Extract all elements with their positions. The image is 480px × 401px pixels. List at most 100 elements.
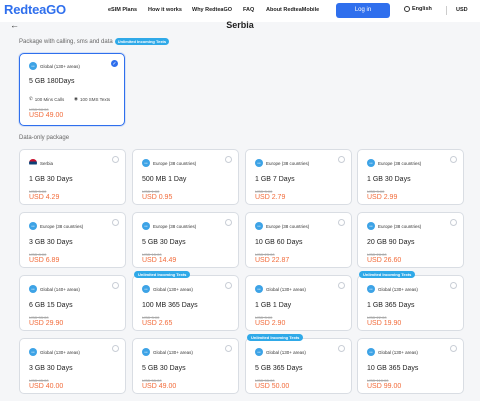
plan-label: 1 GB 30 Days [29, 176, 73, 183]
region-icon: ••• [142, 222, 150, 230]
card-region: ••• Europe (38 countries) [255, 222, 309, 230]
region-icon: ••• [255, 348, 263, 356]
price: USD 26.60 [367, 257, 402, 264]
price: USD 22.87 [255, 257, 290, 264]
data-package-card[interactable]: ••• Global (130+ areas) 100 MB 365 Days USD… [132, 275, 239, 331]
price: USD 50.00 [255, 383, 290, 390]
data-package-card[interactable]: ••• Global (130+ areas) 10 GB 365 Days USD … [357, 338, 464, 394]
region-label: Europe (38 countries) [153, 160, 197, 166]
price: USD 49.00 [29, 112, 64, 119]
price: USD 6.89 [29, 257, 60, 264]
region-label: Global (130+ areas) [378, 286, 418, 292]
data-package-card[interactable]: ••• Global (130+ areas) 3 GB 30 Days USD 45… [19, 338, 126, 394]
page-title: Serbia [226, 20, 254, 30]
select-radio[interactable] [112, 156, 119, 163]
data-package-card[interactable]: Serbia 1 GB 30 Days USD 5.00 USD 4.29 [19, 149, 126, 205]
nav-esim-plans[interactable]: eSIM Plans [108, 7, 137, 13]
price: USD 2.99 [367, 194, 398, 201]
data-only-section-label: Data-only package [19, 135, 70, 141]
plan-label: 1 GB 7 Days [255, 176, 295, 183]
price: USD 2.65 [142, 320, 173, 327]
data-package-card[interactable]: ••• Europe (38 countries) 5 GB 30 Days USD … [132, 212, 239, 268]
plan-label: 20 GB 90 Days [367, 239, 415, 246]
price: USD 99.00 [367, 383, 402, 390]
data-package-card[interactable]: ••• Global (130+ areas) 5 GB 30 Days USD 55… [132, 338, 239, 394]
region-label: Global (140+ areas) [40, 286, 80, 292]
plan-label: 3 GB 30 Days [29, 239, 73, 246]
select-radio[interactable] [338, 282, 345, 289]
plan-label: 1 GB 365 Days [367, 302, 415, 309]
calls-feature: ✆ 100 Mins Calls [29, 96, 64, 102]
data-package-card[interactable]: ••• Global (140+ areas) 6 GB 15 Days USD 33… [19, 275, 126, 331]
nav-why-redteago[interactable]: Why RedteaGO [192, 7, 232, 13]
plan-label: 5 GB 30 Days [142, 365, 186, 372]
region-label: Global (130+ areas) [378, 349, 418, 355]
select-radio[interactable] [112, 345, 119, 352]
region-label: Serbia [40, 160, 54, 166]
sms-label: 100 SMS Texts [79, 96, 111, 102]
data-package-card[interactable]: ••• Global (130+ areas) 1 GB 1 Day USD 3.00… [245, 275, 352, 331]
card-region: ••• Europe (38 countries) [255, 159, 309, 167]
plan-label: 3 GB 30 Days [29, 365, 73, 372]
select-radio[interactable] [338, 345, 345, 352]
select-radio[interactable] [338, 219, 345, 226]
select-radio[interactable] [225, 156, 232, 163]
nav-how-it-works[interactable]: How it works [148, 7, 182, 13]
data-package-card[interactable]: ••• Europe (38 countries) 3 GB 30 Days USD … [19, 212, 126, 268]
region-label: Global (130+ areas) [40, 349, 80, 355]
select-radio[interactable] [450, 282, 457, 289]
unlimited-texts-badge: Unlimited Incoming Texts [359, 271, 416, 278]
data-package-card[interactable]: ••• Europe (38 countries) 500 MB 1 Day USD … [132, 149, 239, 205]
select-radio[interactable] [225, 219, 232, 226]
card-region: ••• Europe (38 countries) [367, 222, 421, 230]
select-radio[interactable] [338, 156, 345, 163]
select-radio[interactable] [450, 345, 457, 352]
data-package-card[interactable]: ••• Global (130+ areas) 1 GB 365 Days USD 2… [357, 275, 464, 331]
currency-selector[interactable]: USD [456, 7, 468, 13]
data-package-card[interactable]: ••• Europe (38 countries) 20 GB 90 Days USD… [357, 212, 464, 268]
select-radio[interactable] [112, 219, 119, 226]
price: USD 4.29 [29, 194, 60, 201]
card-region: ••• Global (130+ areas) [255, 285, 306, 293]
sms-feature: ◉ 100 SMS Texts [74, 96, 110, 102]
card-region: ••• Global (140+ areas) [29, 285, 80, 293]
region-icon: ••• [367, 159, 375, 167]
data-package-card[interactable]: ••• Global (130+ areas) 5 GB 365 Days USD 5… [245, 338, 352, 394]
card-region: ••• Global (130+ areas) [142, 348, 193, 356]
region-label: Global (130+ areas) [40, 63, 80, 69]
select-radio[interactable] [450, 156, 457, 163]
price: USD 19.90 [367, 320, 402, 327]
selected-check-icon[interactable]: ✓ [111, 60, 118, 67]
select-radio[interactable] [225, 345, 232, 352]
card-region: ••• Europe (38 countries) [142, 222, 196, 230]
select-radio[interactable] [112, 282, 119, 289]
data-package-card[interactable]: ••• Europe (38 countries) 1 GB 7 Days USD 3… [245, 149, 352, 205]
card-region: ••• Europe (38 countries) [142, 159, 196, 167]
region-label: Europe (38 countries) [378, 223, 422, 229]
card-region: ••• Global (130+ areas) [367, 348, 418, 356]
card-region: ••• Global (130+ areas) [255, 348, 306, 356]
card-region: ••• Global (130+ areas) [367, 285, 418, 293]
calls-label: 100 Mins Calls [34, 96, 65, 102]
data-package-card[interactable]: ••• Europe (38 countries) 1 GB 30 Days USD … [357, 149, 464, 205]
globe-icon [404, 6, 410, 12]
region-label: Global (130+ areas) [266, 349, 306, 355]
serbia-flag-icon [29, 159, 37, 167]
region-icon: ••• [255, 159, 263, 167]
plan-label: 10 GB 60 Days [255, 239, 303, 246]
nav-about[interactable]: About RedteaMobile [266, 7, 319, 13]
select-radio[interactable] [225, 282, 232, 289]
nav-faq[interactable]: FAQ [243, 7, 254, 13]
calling-package-card[interactable]: ••• Global (130+ areas) ✓ 5 GB 180Days ✆… [19, 53, 125, 126]
logo[interactable]: RedteaGO [4, 2, 66, 17]
region-label: Europe (38 countries) [153, 223, 197, 229]
region-icon: ••• [367, 348, 375, 356]
login-button[interactable]: Log in [336, 3, 390, 18]
card-region: ••• Europe (38 countries) [367, 159, 421, 167]
region-icon: ••• [29, 222, 37, 230]
region-label: Europe (38 countries) [266, 160, 310, 166]
language-selector[interactable]: English [404, 6, 432, 12]
select-radio[interactable] [450, 219, 457, 226]
data-package-card[interactable]: ••• Europe (38 countries) 10 GB 60 Days USD… [245, 212, 352, 268]
region-icon: ••• [367, 285, 375, 293]
